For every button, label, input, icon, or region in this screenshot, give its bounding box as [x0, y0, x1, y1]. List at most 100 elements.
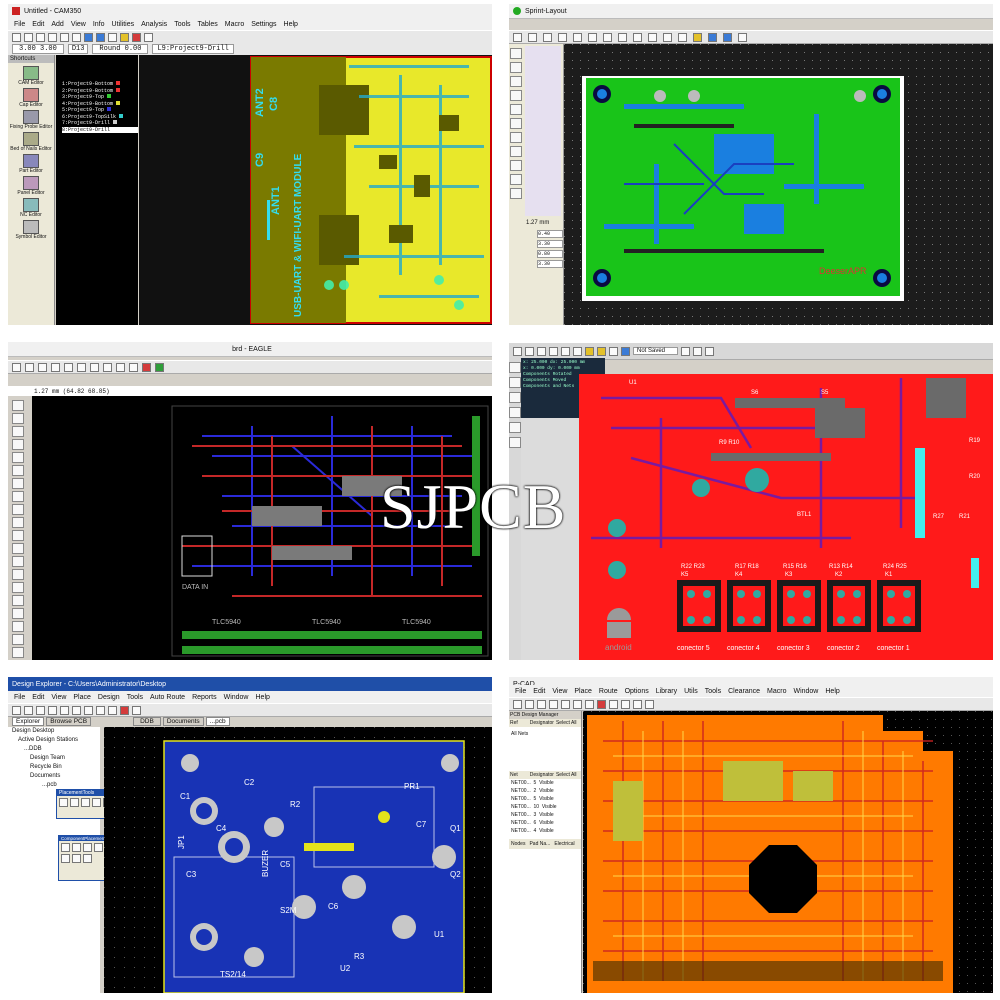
text-icon[interactable] — [92, 798, 101, 807]
layer-icon[interactable] — [621, 346, 630, 356]
menu-edit[interactable]: Edit — [32, 694, 44, 701]
select-icon[interactable] — [621, 699, 630, 709]
circle-tool-icon[interactable] — [12, 595, 24, 606]
copy-icon[interactable] — [588, 32, 597, 42]
zone-tool-icon[interactable] — [509, 407, 521, 418]
layer-select[interactable]: L9:Project9-Drill — [152, 44, 234, 54]
align-bottom-icon[interactable] — [94, 843, 103, 852]
sprint-canvas[interactable]: DeeserAPR — [564, 44, 993, 325]
dcode-field[interactable]: D13 — [67, 44, 89, 54]
group-tool-icon[interactable] — [12, 504, 24, 515]
save-icon[interactable] — [36, 32, 45, 42]
save-icon[interactable] — [543, 32, 552, 42]
help-icon[interactable] — [132, 705, 141, 715]
shortcut-panel-editor[interactable]: Panel Editor — [17, 176, 45, 196]
copy-icon[interactable] — [96, 705, 105, 715]
menu-edit[interactable]: Edit — [533, 688, 545, 695]
zoom-tool-icon[interactable] — [510, 62, 522, 73]
zoom-out-icon[interactable] — [96, 32, 105, 42]
track-tool-icon[interactable] — [510, 76, 522, 87]
undo-icon[interactable] — [60, 32, 69, 42]
tab-explorer[interactable]: Explorer — [12, 716, 45, 726]
paste-icon[interactable] — [108, 705, 117, 715]
route-tool-icon[interactable] — [509, 377, 521, 388]
menu-settings[interactable]: Settings — [251, 21, 276, 28]
move-tool-icon[interactable] — [12, 452, 24, 463]
tree-item[interactable]: Documents — [12, 772, 100, 781]
open-icon[interactable] — [24, 705, 33, 715]
go-icon[interactable] — [155, 362, 164, 372]
align-left-icon[interactable] — [61, 843, 70, 852]
info-icon[interactable] — [723, 32, 732, 42]
col-header[interactable]: Electrical — [554, 841, 574, 847]
menu-library[interactable]: Library — [656, 688, 677, 695]
group-icon[interactable] — [72, 854, 81, 863]
save-icon[interactable] — [537, 346, 546, 356]
track-width-field[interactable]: 0.40 — [537, 230, 563, 238]
measure-tool-icon[interactable] — [510, 174, 522, 185]
grid-icon[interactable] — [83, 854, 92, 863]
tree-item[interactable]: Recycle Bin — [12, 763, 100, 772]
net-row[interactable]: NET00... 10 Visible — [511, 803, 581, 811]
menu-tools[interactable]: Tools — [127, 694, 143, 701]
align-top-icon[interactable] — [83, 843, 92, 852]
zoom-in-icon[interactable] — [60, 705, 69, 715]
paste-icon[interactable] — [585, 699, 594, 709]
undo-icon[interactable] — [549, 346, 558, 356]
cut-icon[interactable] — [561, 699, 570, 709]
zoom-in-icon[interactable] — [77, 362, 86, 372]
rotate-icon[interactable] — [633, 32, 642, 42]
zoom-out-icon[interactable] — [72, 705, 81, 715]
pad-tool-icon[interactable] — [510, 90, 522, 101]
menu-auto-route[interactable]: Auto Route — [150, 694, 185, 701]
menu-file[interactable]: File — [14, 694, 25, 701]
shortcut-part-editor[interactable]: Part Editor — [19, 154, 43, 174]
display-tool-icon[interactable] — [12, 426, 24, 437]
new-icon[interactable] — [12, 32, 21, 42]
doc-tab-ddb[interactable]: DDB — [133, 716, 161, 726]
menu-file[interactable]: File — [515, 688, 526, 695]
menu-window[interactable]: Window — [224, 694, 249, 701]
print-icon[interactable] — [38, 362, 47, 372]
highlight-icon[interactable] — [120, 32, 129, 42]
menu-help[interactable]: Help — [825, 688, 839, 695]
tree-item[interactable]: Active Design Stations — [12, 736, 100, 745]
cam-icon[interactable] — [51, 362, 60, 372]
zoom-fit-icon[interactable] — [64, 362, 73, 372]
col-header[interactable]: Ref — [510, 720, 518, 726]
add-tool-icon[interactable] — [12, 556, 24, 567]
coords-field[interactable]: 3.00 3.00 — [12, 44, 64, 54]
col-header[interactable]: Select All — [556, 772, 577, 778]
shortcut-symbol-editor[interactable]: Symbol Editor — [15, 220, 47, 240]
menu-info[interactable]: Info — [93, 21, 105, 28]
col-header[interactable]: Net — [510, 772, 518, 778]
change-tool-icon[interactable] — [12, 517, 24, 528]
col-header[interactable]: Select All — [556, 720, 577, 726]
copy-icon[interactable] — [573, 699, 582, 709]
col-header[interactable]: Designator — [530, 720, 554, 726]
protel-canvas[interactable]: C1 C2 C3 C4 C5 C6 C7 R2 R3 Q1 Q2 U1 U2 B… — [104, 727, 492, 993]
net-row[interactable]: NET00... 4 Visible — [511, 827, 581, 835]
menu-clearance[interactable]: Clearance — [728, 688, 760, 695]
menu-file[interactable]: File — [14, 21, 25, 28]
zoom-out-icon[interactable] — [90, 362, 99, 372]
measure-icon[interactable] — [144, 32, 153, 42]
redo-icon[interactable] — [72, 32, 81, 42]
tree-item[interactable]: ...DDB — [12, 745, 100, 754]
text-tool-icon[interactable] — [509, 422, 521, 433]
polygon-tool-icon[interactable] — [510, 146, 522, 157]
doc-tab-documents[interactable]: Documents — [162, 716, 204, 726]
stop-icon[interactable] — [142, 362, 151, 372]
via-icon[interactable] — [645, 699, 654, 709]
delete-icon[interactable] — [618, 32, 627, 42]
select-tool-icon[interactable] — [510, 48, 522, 59]
info-tool-icon[interactable] — [12, 400, 24, 411]
shortcut-cap-editor[interactable]: Cap Editor — [19, 88, 43, 108]
zone-tool-icon[interactable] — [510, 132, 522, 143]
cam350-canvas[interactable]: ANT2 C8 C9 ANT1 USB-UART & WIFI-UART MOD… — [139, 55, 492, 325]
menu-reports[interactable]: Reports — [192, 694, 217, 701]
delete-tool-icon[interactable] — [12, 543, 24, 554]
doc-tab-pcb[interactable]: ...pcb — [205, 716, 230, 726]
aperture-field[interactable]: Round 0.00 — [92, 44, 149, 54]
zoom-icon[interactable] — [609, 699, 618, 709]
